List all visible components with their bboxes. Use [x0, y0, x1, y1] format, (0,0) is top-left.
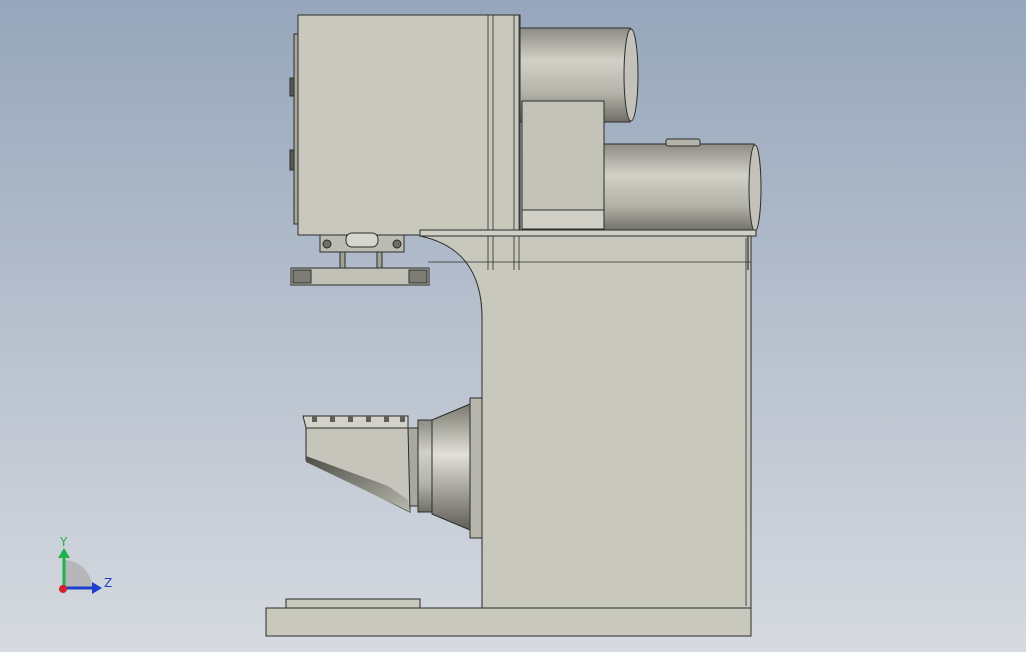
- upper-motor-endcap[interactable]: [623, 28, 639, 122]
- spindle-collar[interactable]: [417, 419, 433, 513]
- upper-tool-bolt-left: [322, 239, 332, 249]
- upper-tool-bolt-right: [392, 239, 402, 249]
- side-connector-bottom[interactable]: [289, 149, 295, 171]
- die-plate[interactable]: [290, 267, 430, 286]
- head-housing[interactable]: [297, 14, 521, 236]
- cad-viewport[interactable]: Y Z: [0, 0, 1026, 652]
- spindle-cone[interactable]: [431, 403, 471, 531]
- motor-mount-rail[interactable]: [419, 229, 757, 237]
- lower-motor-body[interactable]: [603, 143, 755, 233]
- base-plate[interactable]: [265, 607, 752, 637]
- die-plate-block-left[interactable]: [292, 269, 312, 284]
- die-plate-block-right[interactable]: [408, 269, 428, 284]
- triad-y-label: Y: [59, 535, 68, 549]
- side-panel-edge[interactable]: [293, 33, 299, 225]
- triad-z-label: Z: [104, 576, 112, 590]
- feed-tray[interactable]: [302, 415, 409, 429]
- lower-motor-endcap[interactable]: [748, 144, 762, 232]
- base-pad[interactable]: [285, 598, 421, 609]
- triad-x-origin: [59, 585, 67, 593]
- guide-pin-right[interactable]: [376, 251, 383, 269]
- upper-tool-clamp[interactable]: [345, 232, 379, 248]
- motor-terminal-box[interactable]: [665, 138, 701, 147]
- spindle-flange[interactable]: [469, 397, 483, 539]
- side-connector-top[interactable]: [289, 77, 295, 97]
- gearbox-lower-panel[interactable]: [521, 209, 605, 230]
- guide-pin-left[interactable]: [339, 251, 346, 269]
